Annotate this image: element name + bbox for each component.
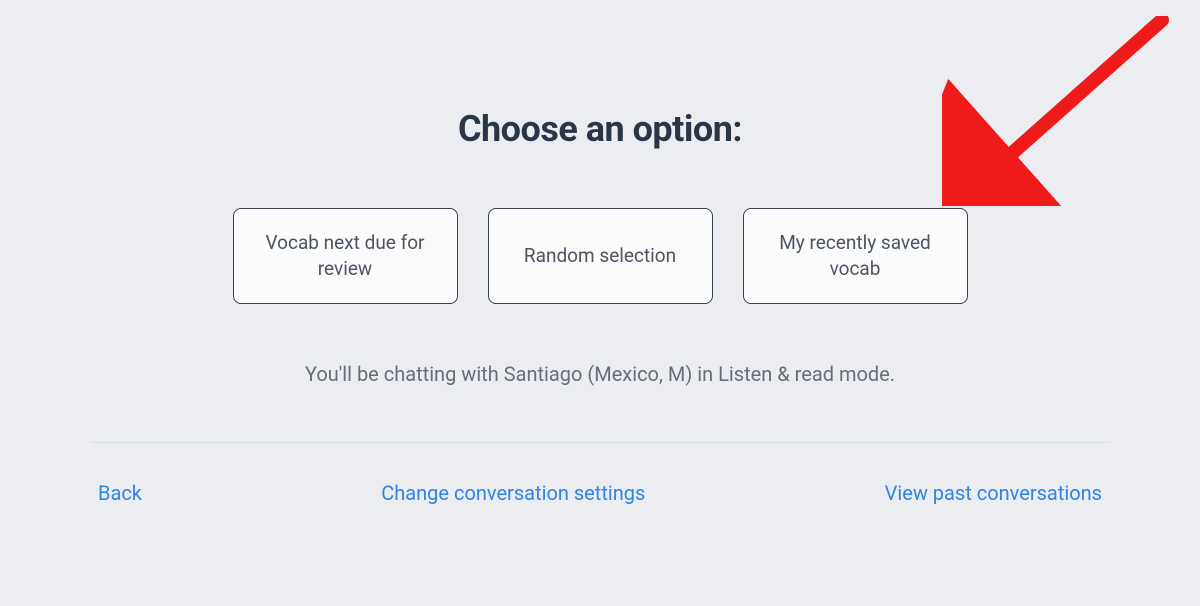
option-recently-saved[interactable]: My recently saved vocab bbox=[743, 208, 968, 304]
view-past-link[interactable]: View past conversations bbox=[885, 481, 1102, 505]
option-selection-panel: Choose an option: Vocab next due for rev… bbox=[0, 0, 1200, 505]
back-link[interactable]: Back bbox=[98, 481, 142, 505]
option-random-selection[interactable]: Random selection bbox=[488, 208, 713, 304]
option-vocab-next-due[interactable]: Vocab next due for review bbox=[233, 208, 458, 304]
divider bbox=[90, 442, 1110, 443]
footer-links-row: Back Change conversation settings View p… bbox=[90, 481, 1110, 505]
status-line: You'll be chatting with Santiago (Mexico… bbox=[305, 362, 895, 386]
change-settings-link[interactable]: Change conversation settings bbox=[381, 481, 645, 505]
page-title: Choose an option: bbox=[458, 108, 742, 150]
option-label: My recently saved vocab bbox=[766, 230, 945, 281]
option-label: Random selection bbox=[524, 243, 676, 269]
options-row: Vocab next due for review Random selecti… bbox=[233, 208, 968, 304]
option-label: Vocab next due for review bbox=[256, 230, 435, 281]
